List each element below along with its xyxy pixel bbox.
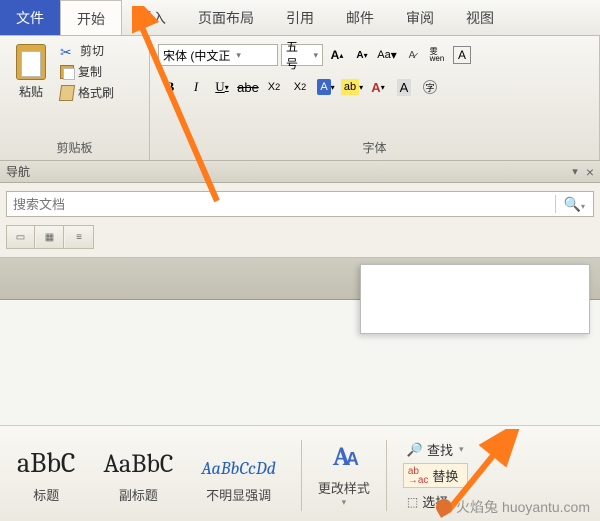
find-label: 查找 — [427, 440, 453, 459]
find-button[interactable]: 🔎 查找 ▾ — [403, 438, 468, 461]
ribbon-tabs: 文件 开始 插入 页面布局 引用 邮件 审阅 视图 — [0, 0, 600, 36]
tab-mail[interactable]: 邮件 — [330, 0, 390, 35]
style-label: 副标题 — [119, 485, 158, 504]
style-subtle-emphasis[interactable]: AaBbCcDd 不明显强调 — [192, 438, 284, 509]
binoculars-icon: 🔎 — [407, 442, 423, 458]
style-label: 标题 — [33, 485, 59, 504]
watermark: 火焰兔 huoyantu.com — [436, 497, 590, 517]
copy-label: 复制 — [78, 63, 102, 80]
replace-icon: ab→ac — [408, 467, 429, 485]
style-preview: AaBbC — [103, 443, 173, 479]
tab-file[interactable]: 文件 — [0, 0, 60, 35]
font-size-value: 五号 — [286, 38, 307, 72]
nav-view-headings[interactable]: ▭ — [7, 226, 35, 248]
character-border-button[interactable]: A — [451, 44, 473, 66]
change-styles-button[interactable]: AA 更改样式 ▾ — [310, 438, 378, 512]
change-case-button[interactable]: Aa▾ — [376, 44, 398, 66]
format-painter-button[interactable]: 格式刷 — [60, 84, 114, 101]
bold-button[interactable]: B — [158, 76, 182, 98]
style-label: 不明显强调 — [206, 485, 271, 504]
subscript-button[interactable]: X2 — [262, 76, 286, 98]
style-heading[interactable]: aBbC 标题 — [8, 438, 84, 509]
nav-view-pages[interactable]: ▦ — [36, 226, 64, 248]
font-size-combo[interactable]: 五号 ▾ — [281, 44, 323, 66]
copy-button[interactable]: 复制 — [60, 63, 114, 80]
strikethrough-button[interactable]: abe — [236, 76, 260, 98]
change-styles-icon: AA — [333, 442, 355, 472]
grow-font-button[interactable]: A▴ — [326, 44, 348, 66]
brush-icon — [59, 85, 75, 101]
text-effects-button[interactable]: A▾ — [314, 76, 338, 98]
clipboard-icon — [16, 44, 46, 80]
document-page[interactable] — [360, 264, 590, 334]
group-font: 宋体 (中文正 ▾ 五号 ▾ A▴ A▾ Aa▾ A̷ 雯wen A B I U… — [150, 36, 600, 160]
cursor-icon: ⬚ — [407, 495, 418, 509]
phonetic-guide-button[interactable]: 雯wen — [426, 44, 448, 66]
font-group-label: 字体 — [158, 137, 591, 160]
scissors-icon: ✂ — [60, 44, 76, 58]
style-subtitle[interactable]: AaBbC 副标题 — [94, 438, 182, 509]
shrink-font-button[interactable]: A▾ — [351, 44, 373, 66]
clear-formatting-button[interactable]: A̷ — [401, 44, 423, 66]
underline-button[interactable]: U▾ — [210, 76, 234, 98]
watermark-url: huoyantu.com — [502, 499, 590, 515]
font-color-button[interactable]: A▾ — [366, 76, 390, 98]
cut-button[interactable]: ✂ 剪切 — [60, 42, 114, 59]
navigation-title: 导航 — [6, 163, 570, 180]
chevron-down-icon: ▾ — [236, 50, 241, 61]
nav-view-results[interactable]: ≡ — [65, 226, 93, 248]
tab-layout[interactable]: 页面布局 — [182, 0, 270, 35]
tab-home[interactable]: 开始 — [60, 0, 122, 35]
format-painter-label: 格式刷 — [78, 84, 114, 101]
chevron-down-icon: ▾ — [313, 50, 318, 61]
replace-label: 替换 — [432, 466, 458, 485]
chevron-down-icon: ▾ — [459, 444, 464, 455]
search-input[interactable] — [7, 197, 555, 212]
tab-view[interactable]: 视图 — [450, 0, 510, 35]
change-styles-label: 更改样式 — [318, 478, 370, 497]
enclose-characters-button[interactable]: 字 — [418, 76, 442, 98]
style-preview: AaBbCcDd — [201, 443, 275, 479]
close-icon[interactable]: × — [586, 164, 594, 180]
divider — [386, 440, 387, 511]
replace-button[interactable]: ab→ac 替换 — [403, 463, 468, 488]
style-preview: aBbC — [17, 443, 75, 479]
styles-gallery: aBbC 标题 AaBbC 副标题 AaBbCcDd 不明显强调 — [0, 438, 293, 509]
document-area — [0, 258, 600, 300]
tab-review[interactable]: 审阅 — [390, 0, 450, 35]
tab-insert[interactable]: 插入 — [122, 0, 182, 35]
font-name-value: 宋体 (中文正 — [163, 47, 230, 64]
paste-label: 粘贴 — [19, 83, 43, 100]
search-icon[interactable]: 🔍▾ — [556, 196, 593, 213]
group-clipboard: 粘贴 ✂ 剪切 复制 格式刷 剪贴板 — [0, 36, 150, 160]
character-shading-button[interactable]: A — [392, 76, 416, 98]
ribbon-body: 粘贴 ✂ 剪切 复制 格式刷 剪贴板 宋体 (中文正 — [0, 36, 600, 161]
copy-icon — [60, 65, 74, 79]
navigation-pane-header: 导航 ▾ × — [0, 161, 600, 183]
divider — [301, 440, 302, 511]
cut-label: 剪切 — [80, 42, 104, 59]
navigation-pane-body: 🔍▾ ▭ ▦ ≡ — [0, 183, 600, 258]
italic-button[interactable]: I — [184, 76, 208, 98]
paste-button[interactable]: 粘贴 — [8, 40, 54, 104]
font-name-combo[interactable]: 宋体 (中文正 ▾ — [158, 44, 278, 66]
superscript-button[interactable]: X2 — [288, 76, 312, 98]
highlight-button[interactable]: ab▾ — [340, 76, 364, 98]
tab-references[interactable]: 引用 — [270, 0, 330, 35]
chevron-down-icon[interactable]: ▾ — [572, 165, 578, 178]
watermark-brand: 火焰兔 — [456, 497, 498, 517]
clipboard-group-label: 剪贴板 — [8, 137, 141, 160]
search-box[interactable]: 🔍▾ — [6, 191, 594, 217]
nav-view-switcher: ▭ ▦ ≡ — [6, 225, 94, 249]
flame-icon — [433, 496, 455, 518]
